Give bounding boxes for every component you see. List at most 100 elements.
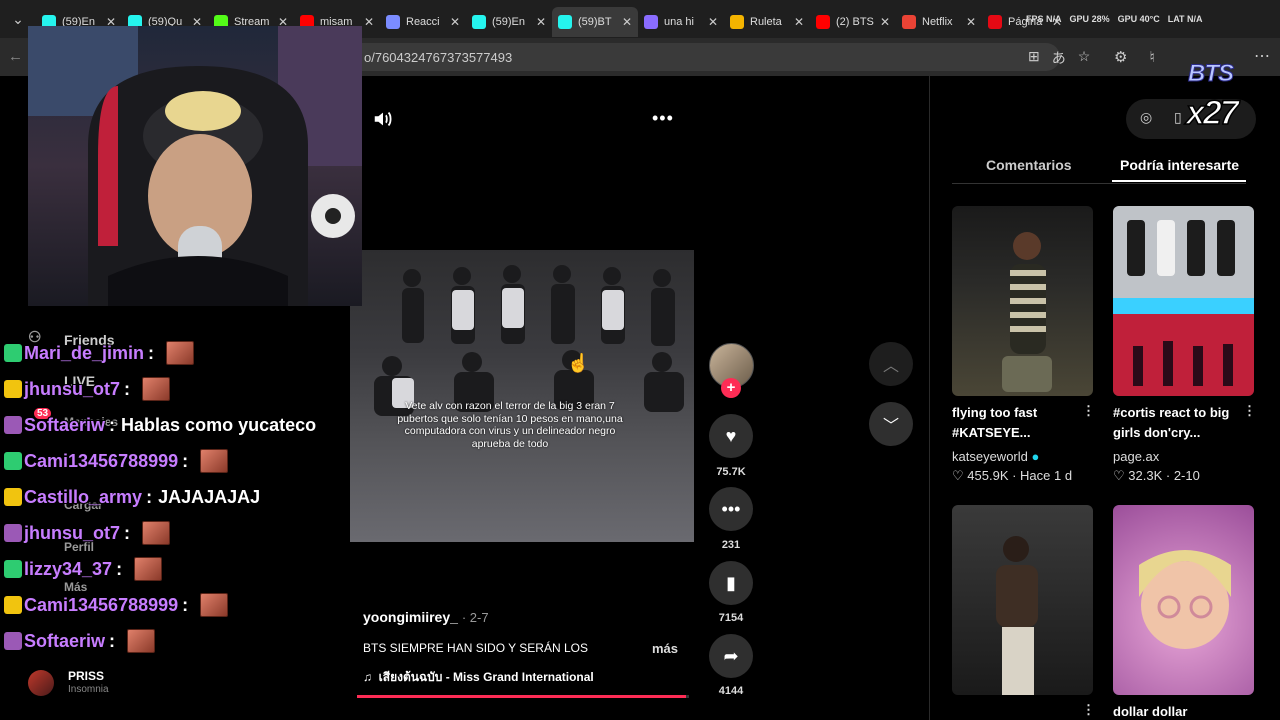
save-button[interactable]: ▮ (709, 561, 753, 605)
chat-username[interactable]: Cami13456788999 (24, 451, 178, 472)
streamer-webcam (28, 26, 362, 306)
comment-bubble-icon: ••• (721, 498, 741, 519)
friend-name: PRISS (68, 669, 105, 683)
card-menu-icon[interactable]: ⋮ (1082, 702, 1095, 718)
favorites-bar-icon[interactable]: ♮ (1149, 48, 1154, 66)
chat-badge-icon (4, 380, 22, 398)
tiktok-icon (472, 15, 486, 29)
gmail-icon (902, 15, 916, 29)
phone-icon[interactable]: ▯ (1174, 109, 1182, 126)
browser-tab-label: Reacci (406, 16, 440, 28)
translate-icon[interactable]: あ (1052, 48, 1066, 68)
thumbnail-dancer-image (1002, 232, 1052, 392)
card-thumbnail[interactable] (1113, 505, 1254, 695)
chat-message: Softaeriw: (4, 628, 156, 654)
next-video-button[interactable]: ﹀ (869, 402, 913, 446)
card-thumbnail[interactable] (952, 505, 1093, 695)
close-tab-icon[interactable]: ✕ (794, 15, 804, 29)
browser-tab[interactable]: Reacci ✕ (380, 7, 466, 37)
chat-message: Cami13456788999: (4, 592, 229, 618)
chat-username[interactable]: Softaeriw (24, 415, 105, 436)
chat-emote-icon (127, 629, 156, 653)
app-available-icon[interactable]: ⊞ (1028, 48, 1040, 68)
close-tab-icon[interactable]: ✕ (536, 15, 546, 29)
chat-username[interactable]: lizzy34_37 (24, 559, 112, 580)
chat-username[interactable]: Cami13456788999 (24, 595, 178, 616)
card-thumbnail[interactable] (952, 206, 1093, 396)
tab-recommended[interactable]: Podría interesarte (1120, 157, 1239, 173)
favorite-star-icon[interactable]: ☆ (1078, 48, 1091, 68)
card-menu-icon[interactable]: ⋮ (1243, 403, 1256, 419)
music-track[interactable]: ♫ เสียงต้นฉบับ - Miss Grand Internationa… (363, 668, 594, 687)
chat-username[interactable]: Castillo_army (24, 487, 142, 508)
browser-tab[interactable]: Netflix ✕ (896, 7, 982, 37)
chat-message-text: Hablas como yucateco (121, 414, 317, 435)
chat-emote-icon (142, 377, 171, 401)
video-more-options-icon[interactable]: ••• (652, 108, 674, 129)
card-title[interactable]: flying too fast #KATSEYE... (952, 403, 1093, 443)
video-description: BTS SIEMPRE HAN SIDO Y SERÁN LOS (363, 641, 588, 655)
url-text: o/7604324767373577493 (364, 49, 513, 65)
chat-username[interactable]: jhunsu_ot7 (24, 523, 120, 544)
tiktok-icon (558, 15, 572, 29)
video-author[interactable]: yoongimiirey_ · 2-7 (363, 609, 489, 625)
close-tab-icon[interactable]: ✕ (450, 15, 460, 29)
browser-tab-label: (59)BT (578, 16, 612, 28)
description-more-link[interactable]: más (652, 641, 678, 656)
follow-plus-icon[interactable]: + (721, 378, 741, 398)
chat-emote-icon (166, 341, 195, 365)
browser-tab[interactable]: (59)En ✕ (466, 7, 552, 37)
video-caption: Vete alv con razon el terror de la big 3… (397, 400, 623, 450)
card-title[interactable]: dollar dollar (1113, 702, 1254, 720)
card-stats: ♡ 455.9K · Hace 1 d (952, 468, 1073, 483)
close-tab-icon[interactable]: ✕ (364, 15, 374, 29)
close-tab-icon[interactable]: ✕ (708, 15, 718, 29)
browser-tab[interactable]: (59)BT ✕ (552, 7, 638, 37)
right-panel-tabs: Comentarios Podría interesarte (952, 150, 1246, 184)
chat-username[interactable]: jhunsu_ot7 (24, 379, 120, 400)
comment-button[interactable]: ••• (709, 487, 753, 531)
close-tab-icon[interactable]: ✕ (622, 15, 632, 29)
save-count: 7154 (718, 612, 744, 624)
thumbnail-stage-image (1113, 206, 1254, 396)
active-tab-underline (1112, 180, 1246, 182)
share-count: 4144 (718, 685, 744, 697)
url-field[interactable]: o/7604324767373577493 (300, 43, 1060, 71)
previous-video-button[interactable]: ︿ (869, 342, 913, 386)
chat-separator: : (109, 414, 116, 435)
extensions-icon[interactable]: ⚙ (1114, 48, 1127, 66)
card-author[interactable]: page.ax (1113, 449, 1159, 464)
browser-tab[interactable]: (2) BTS ✕ (810, 7, 896, 37)
card-menu-icon[interactable]: ⋮ (1082, 403, 1095, 419)
card-author[interactable]: katseyeworld ● (952, 449, 1039, 464)
compass-icon[interactable]: ◎ (1140, 109, 1152, 126)
share-button[interactable]: ➦ (709, 634, 753, 678)
close-tab-icon[interactable]: ✕ (880, 15, 890, 29)
like-button[interactable]: ♥ (709, 414, 753, 458)
chat-separator: : (109, 630, 116, 651)
docs-icon (386, 15, 400, 29)
browser-tab[interactable]: Ruleta ✕ (724, 7, 810, 37)
chevron-down-icon: ﹀ (882, 418, 899, 435)
video-progress-bar[interactable] (357, 695, 689, 698)
overlay-counter: x27 (1185, 93, 1239, 133)
share-arrow-icon: ➦ (723, 645, 739, 666)
chat-icon (644, 15, 658, 29)
card-thumbnail[interactable] (1113, 206, 1254, 396)
tab-comments[interactable]: Comentarios (986, 157, 1072, 173)
friend-status: Insomnia (68, 684, 109, 695)
browser-tab[interactable]: una hi ✕ (638, 7, 724, 37)
browser-tab-label: una hi (664, 16, 694, 28)
video-player[interactable]: Vete alv con razon el terror de la big 3… (350, 250, 694, 542)
performance-hud: FPS N/A GPU 28% GPU 40°C LAT N/A (1026, 0, 1203, 38)
chat-badge-icon (4, 488, 22, 506)
chat-username[interactable]: Mari_de_jimin (24, 343, 144, 364)
close-tab-icon[interactable]: ✕ (966, 15, 976, 29)
back-arrow-icon[interactable]: ← (8, 48, 23, 65)
chevron-up-icon: ︿ (882, 358, 899, 375)
volume-icon[interactable] (372, 108, 394, 130)
card-title[interactable]: #cortis react to big girls don'cry... (1113, 403, 1254, 443)
browser-menu-icon[interactable]: ⋯ (1254, 46, 1270, 66)
chat-message: lizzy34_37: (4, 556, 163, 582)
chat-username[interactable]: Softaeriw (24, 631, 105, 652)
